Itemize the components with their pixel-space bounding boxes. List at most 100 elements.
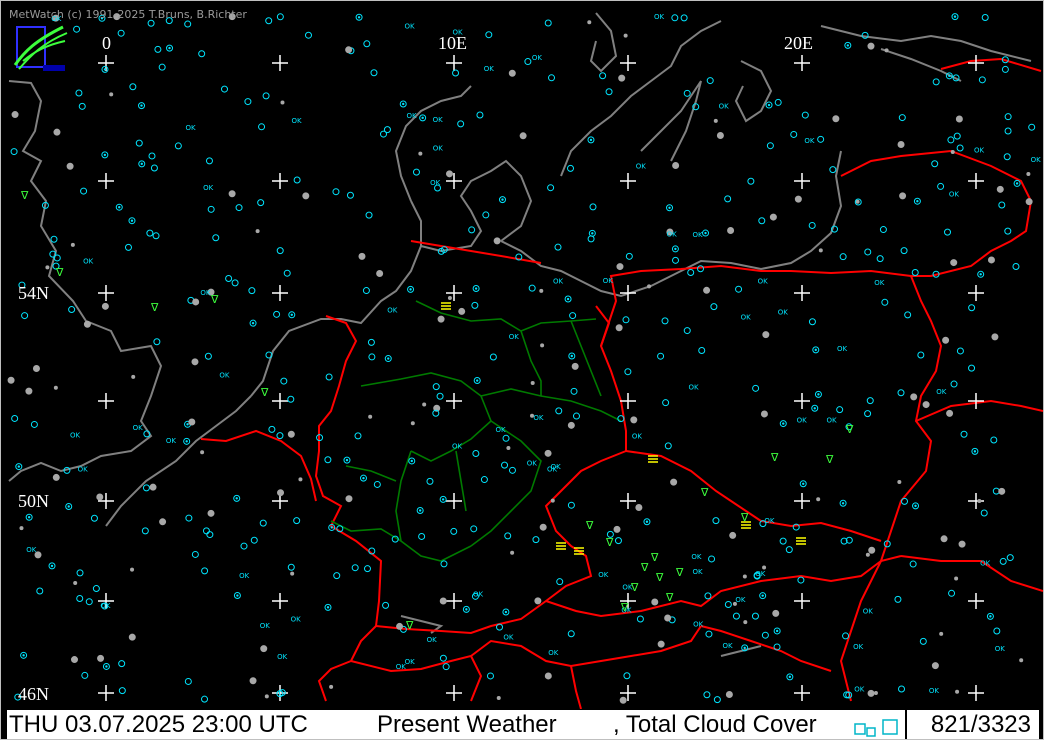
station-symbol <box>293 176 301 184</box>
station-symbol <box>50 564 54 568</box>
station-symbol <box>235 204 243 212</box>
station-symbol <box>70 656 78 664</box>
longitude-label-0: 0 <box>102 33 111 53</box>
station-symbol <box>53 128 61 136</box>
station-symbol <box>185 514 193 522</box>
station-symbol <box>472 449 480 457</box>
station-symbol <box>944 228 952 236</box>
station-symbol <box>613 525 621 533</box>
station-symbol <box>206 531 214 539</box>
station-symbol <box>919 637 927 645</box>
station-symbol <box>876 255 884 263</box>
station-symbol <box>729 531 737 539</box>
station-symbol <box>743 620 748 625</box>
station-symbol <box>683 327 691 335</box>
station-symbol <box>817 135 825 143</box>
station-symbol <box>866 397 874 405</box>
station-symbol <box>622 316 630 324</box>
observation-time: THU 03.07.2025 23:00 UTC <box>9 711 308 738</box>
station-symbol <box>129 83 137 91</box>
station-symbol <box>657 640 665 648</box>
station-symbol <box>192 298 200 306</box>
station-symbol <box>25 387 33 395</box>
precipitation-symbol: ∇ <box>210 293 219 306</box>
station-symbol <box>532 536 540 544</box>
station-symbol <box>326 606 330 609</box>
station-symbol <box>201 695 209 703</box>
station-symbol <box>567 501 575 509</box>
station-symbol <box>950 150 955 155</box>
station-symbol <box>865 552 870 557</box>
precipitation-symbol: ∇ <box>845 423 854 436</box>
station-symbol <box>21 312 29 320</box>
station-symbol <box>367 338 375 346</box>
station-symbol <box>130 567 135 572</box>
grid-cross <box>794 493 810 509</box>
station-symbol <box>808 221 816 229</box>
station-symbol <box>914 504 917 508</box>
station-symbol <box>128 633 136 641</box>
parameter-total-cloud-cover: , Total Cloud Cover <box>613 711 817 738</box>
station-cavok: OK <box>553 278 564 286</box>
station-cavok: OK <box>778 308 789 316</box>
precipitation-symbol: ∇ <box>150 301 159 314</box>
station-symbol <box>159 518 167 526</box>
station-symbol <box>202 527 210 535</box>
station-symbol <box>251 321 255 325</box>
station-symbol <box>864 410 872 418</box>
fog-symbol <box>648 455 658 463</box>
station-symbol <box>683 89 691 97</box>
station-symbol <box>705 630 713 638</box>
station-symbol <box>661 317 669 325</box>
station-cavok: OK <box>758 278 769 286</box>
station-symbol <box>539 523 547 531</box>
station-symbol <box>987 256 995 264</box>
station-symbol <box>572 412 580 420</box>
station-symbol <box>262 92 270 100</box>
station-symbol <box>636 615 644 623</box>
station-symbol <box>932 78 940 86</box>
fog-symbol <box>441 302 451 310</box>
station-symbol <box>591 232 594 235</box>
station-symbol <box>996 185 1004 193</box>
station-symbol <box>624 368 632 376</box>
station-cavok: OK <box>509 333 520 341</box>
grid-cross <box>272 55 288 71</box>
station-symbol <box>761 594 764 597</box>
station-symbol <box>440 560 448 568</box>
station-symbol <box>968 364 976 372</box>
station-cavok: OK <box>260 622 271 630</box>
station-symbol <box>445 170 453 178</box>
station-symbol <box>616 263 624 271</box>
grid-cross <box>272 285 288 301</box>
station-symbol <box>67 505 70 508</box>
station-symbol <box>436 392 444 400</box>
station-symbol <box>186 423 189 426</box>
station-symbol <box>922 401 930 409</box>
station-symbol <box>109 92 114 97</box>
station-symbol <box>124 243 132 251</box>
station-cavok: OK <box>452 442 463 450</box>
station-symbol <box>519 132 527 140</box>
weather-map[interactable]: OK OK OK OK OK OK OK OK OK OK OK OK OK OK OK OK OK OK OK OK… <box>1 1 1043 709</box>
station-symbol <box>1003 153 1011 161</box>
station-symbol <box>664 614 672 622</box>
station-symbol <box>78 102 86 110</box>
station-symbol <box>732 612 740 620</box>
station-symbol <box>149 483 157 491</box>
station-symbol <box>782 422 785 425</box>
station-symbol <box>264 694 269 699</box>
precipitation-symbol: ∇ <box>585 519 594 532</box>
station-cavok: OK <box>797 417 808 425</box>
station-cavok: OK <box>853 643 864 651</box>
grid-cross <box>794 173 810 189</box>
station-cavok: OK <box>532 54 543 62</box>
station-symbol <box>817 393 820 396</box>
station-symbol <box>570 387 578 395</box>
station-symbol <box>258 123 266 131</box>
station-symbol <box>73 25 81 33</box>
station-symbol <box>1004 227 1012 235</box>
grid-cross <box>272 393 288 409</box>
station-symbol <box>948 589 956 597</box>
station-symbol <box>422 402 427 407</box>
